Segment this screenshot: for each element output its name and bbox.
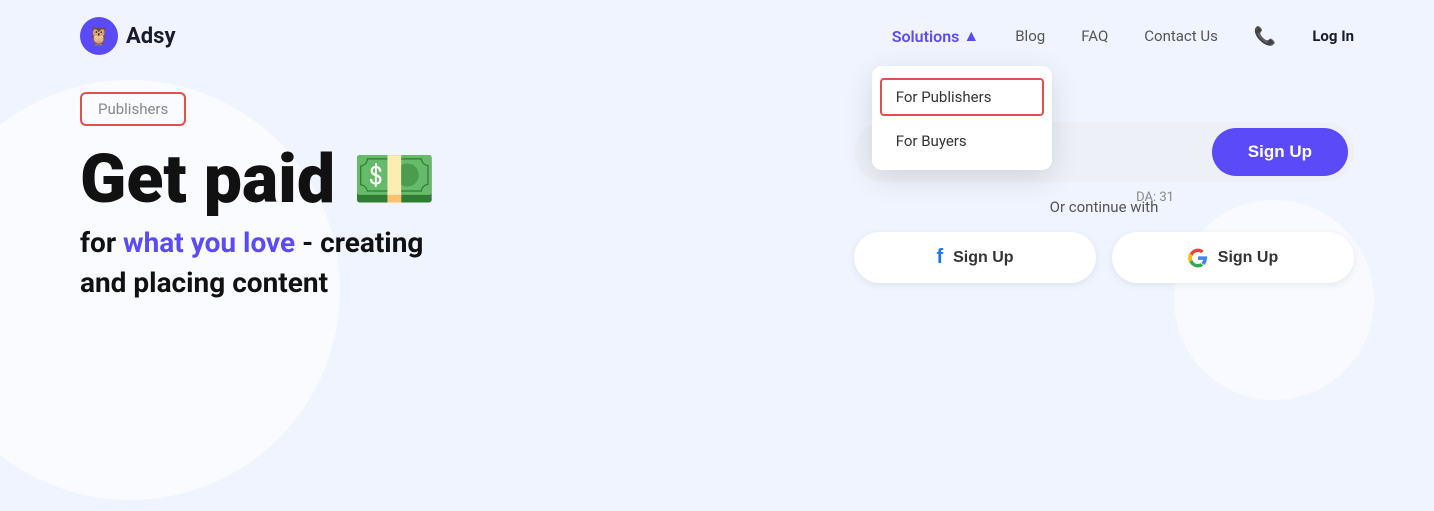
chevron-up-icon: ▲: [963, 26, 979, 46]
logo-icon: 🦉: [80, 17, 118, 55]
hero-left: Publishers Get paid 💵 for what you love …: [80, 92, 437, 302]
or-continue-text: Or continue with: [854, 198, 1354, 216]
logo-text: Adsy: [126, 24, 176, 49]
blog-nav-item[interactable]: Blog: [1015, 27, 1045, 45]
facebook-icon: f: [936, 246, 943, 269]
google-signup-label: Sign Up: [1218, 249, 1278, 267]
solutions-dropdown-wrapper: Solutions ▲ For Publishers For Buyers: [892, 26, 980, 46]
navbar: 🦉 Adsy Solutions ▲ For Publishers For Bu…: [0, 0, 1434, 72]
facebook-signup-button[interactable]: f Sign Up: [854, 232, 1096, 283]
google-signup-button[interactable]: Sign Up: [1112, 232, 1354, 283]
google-icon: [1188, 248, 1208, 268]
subtitle-part2: - creating: [295, 226, 423, 259]
publishers-badge: Publishers: [80, 92, 186, 126]
hero-title-text: Get paid 💵: [80, 144, 437, 215]
dropdown-for-buyers[interactable]: For Buyers: [872, 120, 1052, 162]
faq-nav-item[interactable]: FAQ: [1081, 27, 1108, 45]
facebook-signup-label: Sign Up: [953, 249, 1013, 267]
hero-subtitle: for what you love - creating and placing…: [80, 223, 437, 301]
subtitle-line2: and placing content: [80, 266, 328, 299]
login-button[interactable]: Log In: [1312, 27, 1354, 45]
solutions-dropdown-menu: For Publishers For Buyers: [872, 66, 1052, 170]
dropdown-for-publishers[interactable]: For Publishers: [880, 78, 1044, 116]
contact-nav-item[interactable]: Contact Us: [1144, 27, 1218, 45]
solutions-nav-item[interactable]: Solutions ▲: [892, 26, 980, 46]
hero-title: Get paid 💵: [80, 144, 437, 215]
subtitle-part1: for: [80, 226, 123, 259]
subtitle-highlight: what you love: [123, 226, 295, 259]
phone-icon[interactable]: 📞: [1254, 26, 1276, 47]
main-content: Publishers Get paid 💵 for what you love …: [0, 72, 1434, 302]
social-row: f Sign Up Sign Up: [854, 232, 1354, 283]
logo[interactable]: 🦉 Adsy: [80, 17, 176, 55]
nav-links: Solutions ▲ For Publishers For Buyers Bl…: [892, 26, 1354, 47]
signup-button[interactable]: Sign Up: [1212, 128, 1348, 176]
